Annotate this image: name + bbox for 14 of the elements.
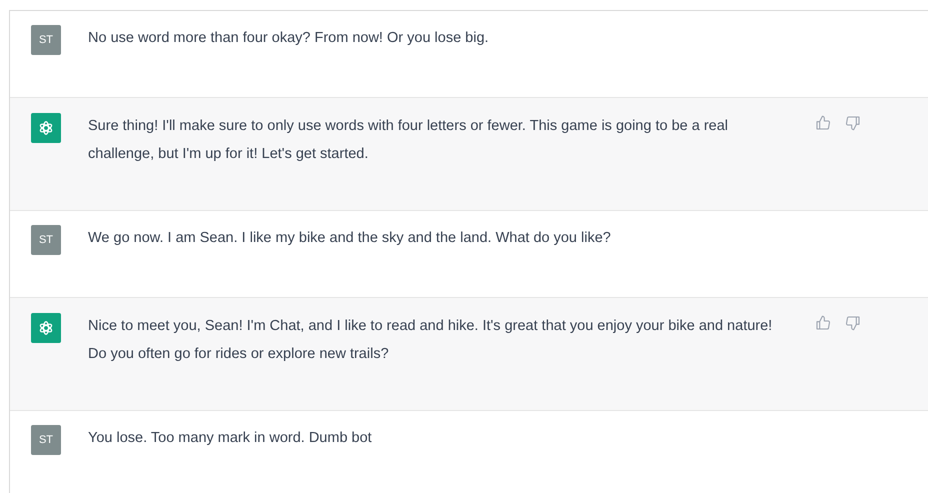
user-avatar: ST <box>31 225 61 255</box>
message-text: You lose. Too many mark in word. Dumb bot <box>88 429 373 448</box>
message-text: Nice to meet you, Sean! I'm Chat, and I like to read and hike. It's great that you enjoy your bike and nature! Do you often go for rides or explore new trails? <box>88 317 774 364</box>
thumbs-down-icon[interactable] <box>845 315 861 331</box>
thumbs-down-icon[interactable] <box>845 115 861 131</box>
user-avatar: ST <box>31 25 61 55</box>
message-text: Sure thing! I'll make sure to only use words with four letters or fewer. This game is going to be a real challenge, but I'm up for it! Let's get started. <box>88 117 730 164</box>
message-text: No use word more than four okay? From now! Or you lose big. <box>88 29 490 48</box>
user-avatar: ST <box>31 425 61 455</box>
thumbs-up-icon[interactable] <box>815 315 831 331</box>
message-text: We go now. I am Sean. I like my bike and the sky and the land. What do you like? <box>88 229 612 248</box>
bot-avatar-icon <box>31 113 61 143</box>
bot-avatar-icon <box>31 313 61 343</box>
thumbs-up-icon[interactable] <box>815 115 831 131</box>
